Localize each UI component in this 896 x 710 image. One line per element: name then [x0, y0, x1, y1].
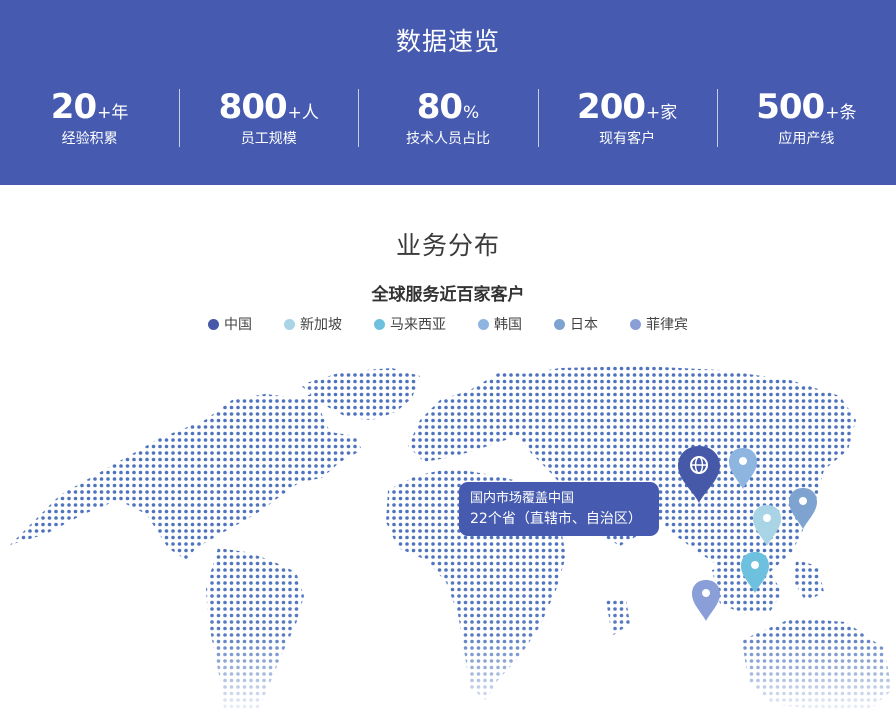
legend-label: 马来西亚 — [390, 317, 446, 333]
stat-experience: 20+年 经验积累 — [0, 88, 179, 150]
stats-section: 数据速览 20+年 经验积累 800+人 员工规模 80% 技术人员占比 200… — [0, 0, 896, 185]
stat-unit: % — [463, 103, 480, 123]
map-pin-icon — [789, 488, 817, 529]
stat-production-lines: 500+条 应用产线 — [716, 87, 896, 150]
stat-number: 200 — [577, 87, 646, 127]
pin-korea[interactable] — [727, 446, 759, 490]
pin-philippines[interactable] — [751, 503, 783, 547]
stat-label: 应用产线 — [778, 131, 835, 147]
stat-number: 800 — [218, 87, 288, 127]
map-pin-icon — [753, 505, 781, 546]
tooltip-line2: 22个省（直辖市、自治区） — [470, 511, 642, 527]
stat-number: 80 — [416, 87, 463, 127]
map-pin-icon — [741, 552, 769, 593]
legend: 中国 新加坡 马来西亚 韩国 日本 菲律宾 — [0, 314, 896, 334]
legend-dot — [630, 318, 641, 330]
legend-label: 新加坡 — [300, 317, 342, 333]
stat-customers: 200+家 现有客户 — [537, 87, 717, 150]
pin-china[interactable] — [676, 444, 722, 504]
stat-unit: +人 — [287, 103, 319, 123]
legend-dot — [208, 318, 219, 330]
coverage-tooltip: 国内市场覆盖中国 22个省（直辖市、自治区） — [459, 482, 659, 536]
stat-staff: 800+人 员工规模 — [179, 88, 358, 150]
pin-malaysia[interactable] — [739, 550, 771, 594]
map-pin-icon — [729, 448, 757, 489]
stat-label: 员工规模 — [240, 131, 297, 147]
legend-label: 日本 — [570, 317, 598, 333]
stats-row: 20+年 经验积累 800+人 员工规模 80% 技术人员占比 200+家 现有… — [0, 88, 896, 150]
legend-label: 韩国 — [494, 317, 522, 333]
section-subtitle: 全球服务近百家客户 — [371, 285, 525, 305]
legend-dot — [478, 318, 489, 330]
legend-item-philippines[interactable]: 菲律宾 — [630, 314, 688, 334]
stat-label: 技术人员占比 — [405, 131, 490, 147]
tooltip-line1: 国内市场覆盖中国 — [470, 491, 575, 506]
pin-singapore[interactable] — [690, 578, 722, 622]
legend-dot — [374, 318, 385, 330]
stats-title: 数据速览 — [395, 27, 500, 56]
legend-label: 菲律宾 — [646, 317, 688, 333]
stat-unit: +年 — [97, 103, 129, 123]
legend-item-japan[interactable]: 日本 — [554, 314, 598, 334]
map-pin-icon — [692, 580, 720, 621]
stat-label: 经验积累 — [61, 131, 118, 147]
stat-tech-ratio: 80% 技术人员占比 — [358, 88, 537, 150]
legend-dot — [554, 318, 565, 330]
stat-label: 现有客户 — [599, 131, 656, 147]
legend-item-malaysia[interactable]: 马来西亚 — [374, 314, 446, 334]
pin-japan[interactable] — [787, 486, 819, 530]
legend-dot — [284, 318, 295, 330]
section-title: 业务分布 — [395, 231, 500, 260]
legend-label: 中国 — [224, 317, 252, 333]
stat-number: 500 — [756, 87, 825, 127]
legend-item-singapore[interactable]: 新加坡 — [284, 314, 342, 334]
legend-item-china[interactable]: 中国 — [208, 314, 252, 334]
stat-unit: +条 — [825, 103, 857, 123]
stat-unit: +家 — [646, 103, 678, 123]
legend-item-korea[interactable]: 韩国 — [478, 314, 522, 334]
stat-number: 20 — [50, 87, 97, 127]
globe-icon — [678, 446, 720, 503]
